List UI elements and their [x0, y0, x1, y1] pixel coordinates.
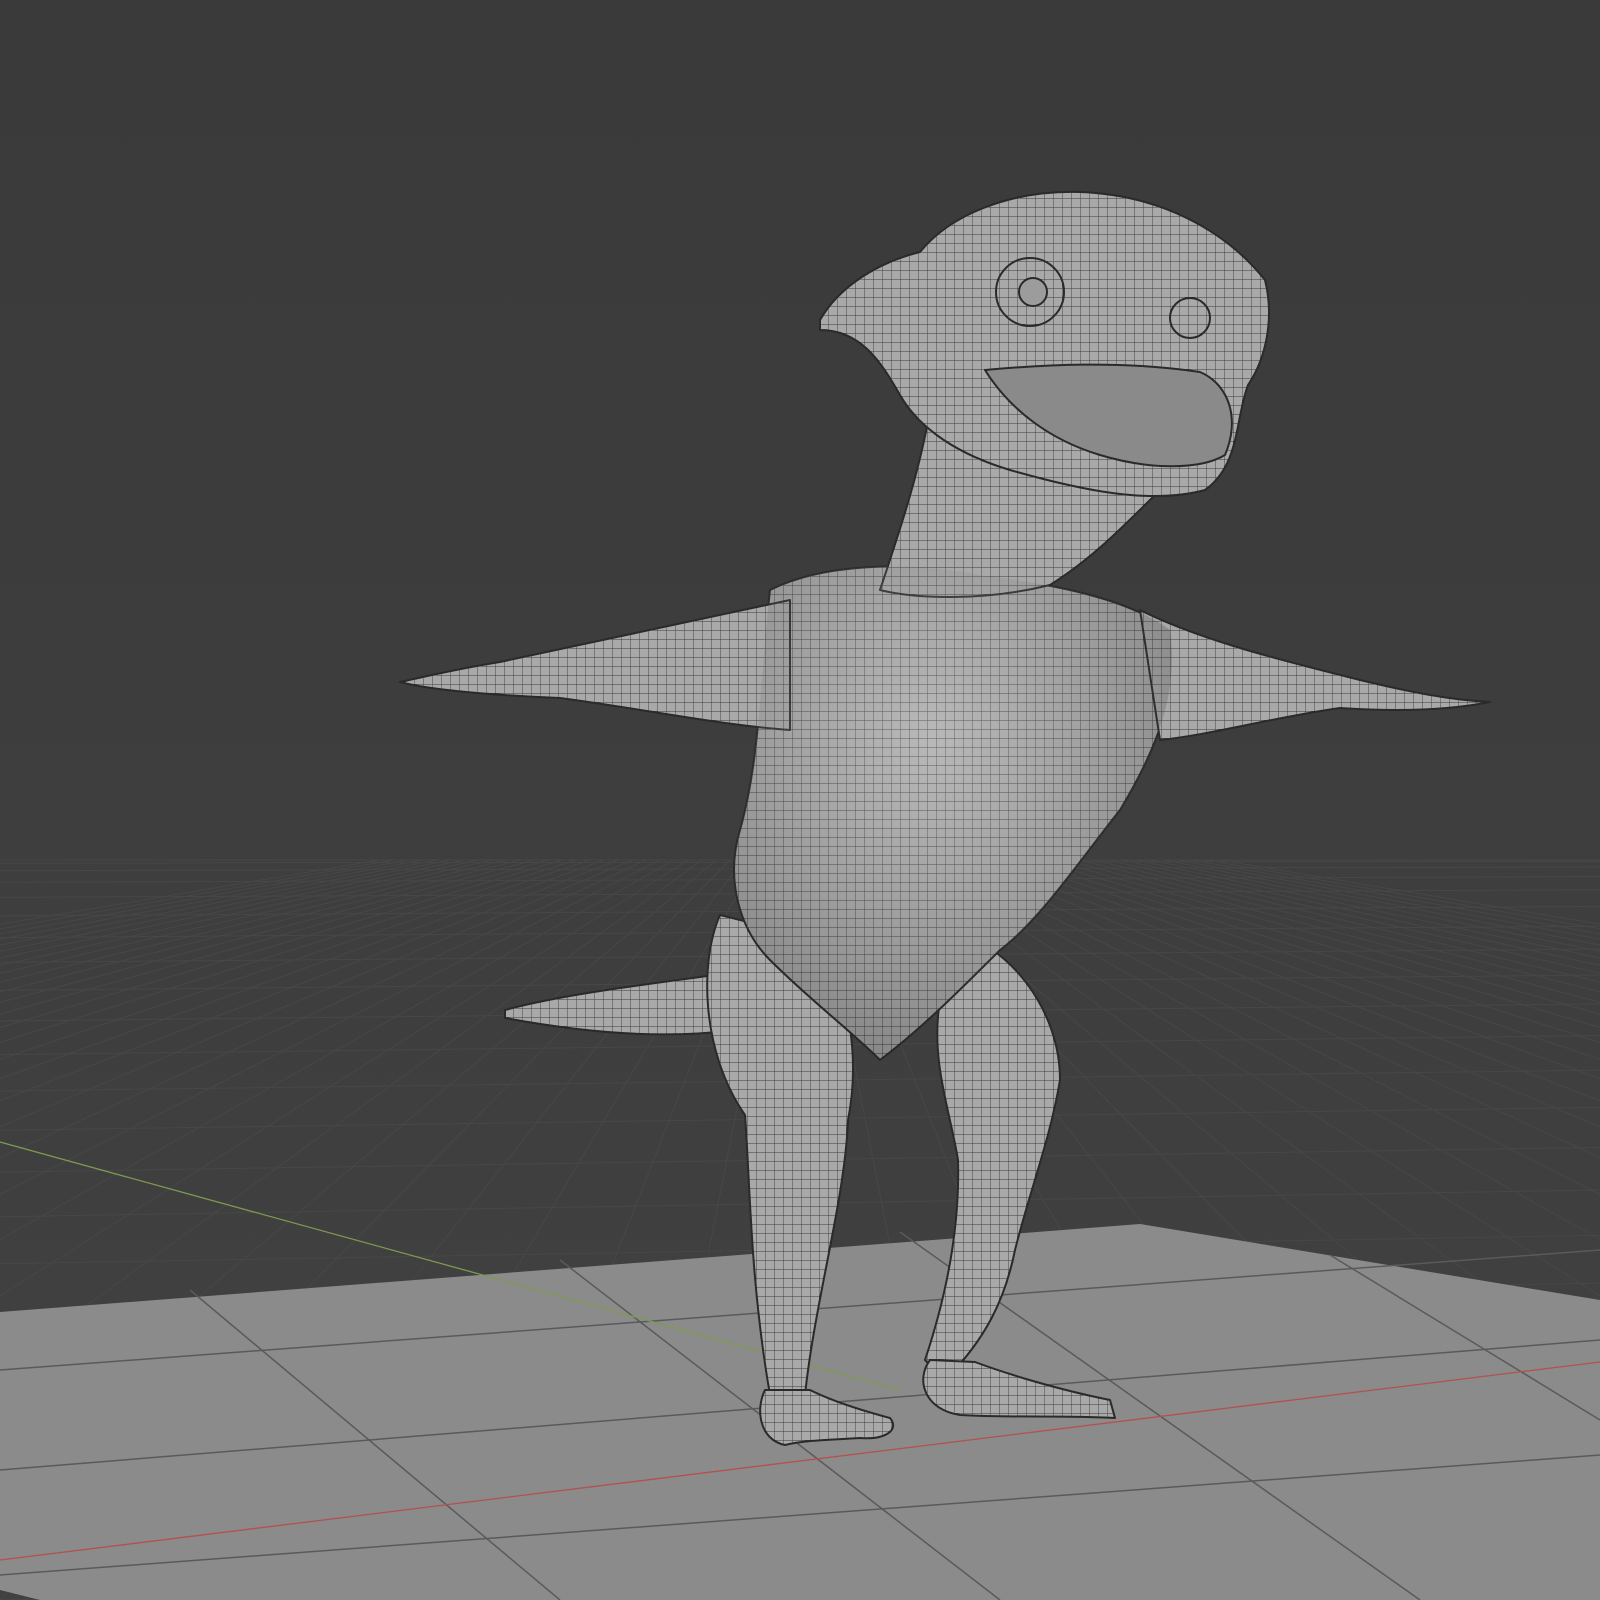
right-eye[interactable]: [1169, 297, 1211, 339]
viewport-canvas[interactable]: [0, 0, 1600, 1600]
3d-viewport[interactable]: [0, 0, 1600, 1600]
left-eye-pupil: [1018, 277, 1048, 307]
